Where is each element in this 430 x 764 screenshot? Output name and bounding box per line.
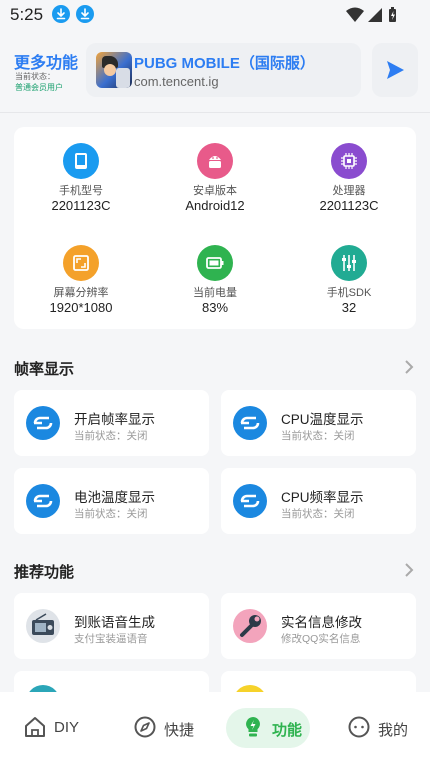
download-icon xyxy=(52,5,70,23)
app-name: PUBG MOBILE（国际服） xyxy=(134,55,315,72)
info-item-android: 安卓版本 Android12 xyxy=(148,127,282,217)
func-card-battery-temp[interactable]: 电池温度显示 当前状态：关闭 xyxy=(14,468,209,534)
dash-icon xyxy=(26,484,60,518)
screen-icon xyxy=(63,245,99,281)
status-icons xyxy=(346,6,406,24)
info-item-sdk: 手机SDK 32 xyxy=(282,229,416,319)
info-item-resolution: 屏幕分辨率 1920*1080 xyxy=(14,229,148,319)
device-info-card: 手机型号 2201123C 安卓版本 Android12 处理器 2201123… xyxy=(14,127,416,329)
wifi-icon xyxy=(346,7,364,22)
android-icon xyxy=(197,143,233,179)
section-title-fps: 帧率显示 xyxy=(14,361,75,378)
battery-status-icon xyxy=(389,7,396,22)
battery-icon xyxy=(197,245,233,281)
nav-item-function[interactable]: 功能 xyxy=(242,708,312,746)
radio-icon xyxy=(26,609,60,643)
header: 更多功能 当前状态： 普通会员用户 PUBG MOBILE（国际服） com.t… xyxy=(0,40,430,102)
status-bar: 5:25 xyxy=(0,0,430,30)
section-title-recommend: 推荐功能 xyxy=(14,564,75,581)
func-card-cpu-freq[interactable]: CPU频率显示 当前状态：关闭 xyxy=(221,468,416,534)
func-card-partial xyxy=(14,671,209,692)
chevron-right-icon[interactable] xyxy=(404,563,414,577)
chat-face-icon xyxy=(348,716,370,738)
wrench-icon xyxy=(233,609,267,643)
page-title: 更多功能 xyxy=(14,55,79,72)
status-time: 5:25 xyxy=(10,5,44,24)
member-status-label: 当前状态： xyxy=(15,72,55,81)
tablet-icon xyxy=(63,143,99,179)
func-card-cpu-temp[interactable]: CPU温度显示 当前状态：关闭 xyxy=(221,390,416,456)
nav-item-mine[interactable]: 我的 xyxy=(348,708,418,746)
info-item-battery: 当前电量 83% xyxy=(148,229,282,319)
download-icon xyxy=(76,5,94,23)
func-card-voice[interactable]: 到账语音生成 支付宝装逼语音 xyxy=(14,593,209,659)
nav-item-shortcut[interactable]: 快捷 xyxy=(134,708,204,746)
dash-icon xyxy=(26,406,60,440)
func-card-realname[interactable]: 实名信息修改 修改QQ实名信息 xyxy=(221,593,416,659)
app-package: com.tencent.ig xyxy=(134,74,219,89)
func-card-partial xyxy=(221,671,416,692)
signal-icon xyxy=(368,8,382,22)
info-item-model: 手机型号 2201123C xyxy=(14,127,148,217)
info-item-cpu: 处理器 2201123C xyxy=(282,127,416,217)
lightbulb-icon xyxy=(246,717,260,737)
home-icon xyxy=(25,717,45,737)
chevron-right-icon[interactable] xyxy=(404,360,414,374)
dash-icon xyxy=(233,406,267,440)
sliders-icon xyxy=(331,245,367,281)
divider xyxy=(0,112,430,113)
bottom-nav: DIY 快捷 功能 我的 xyxy=(0,692,430,764)
selected-app-card[interactable]: PUBG MOBILE（国际服） com.tencent.ig xyxy=(86,43,361,97)
chip-icon xyxy=(331,143,367,179)
app-icon xyxy=(96,52,132,88)
func-card-fps[interactable]: 开启帧率显示 当前状态：关闭 xyxy=(14,390,209,456)
play-icon xyxy=(387,61,404,79)
dash-icon xyxy=(233,484,267,518)
compass-icon xyxy=(134,716,156,738)
launch-button[interactable] xyxy=(372,43,418,97)
member-status-value: 普通会员用户 xyxy=(15,83,63,92)
nav-item-diy[interactable]: DIY xyxy=(24,708,84,746)
